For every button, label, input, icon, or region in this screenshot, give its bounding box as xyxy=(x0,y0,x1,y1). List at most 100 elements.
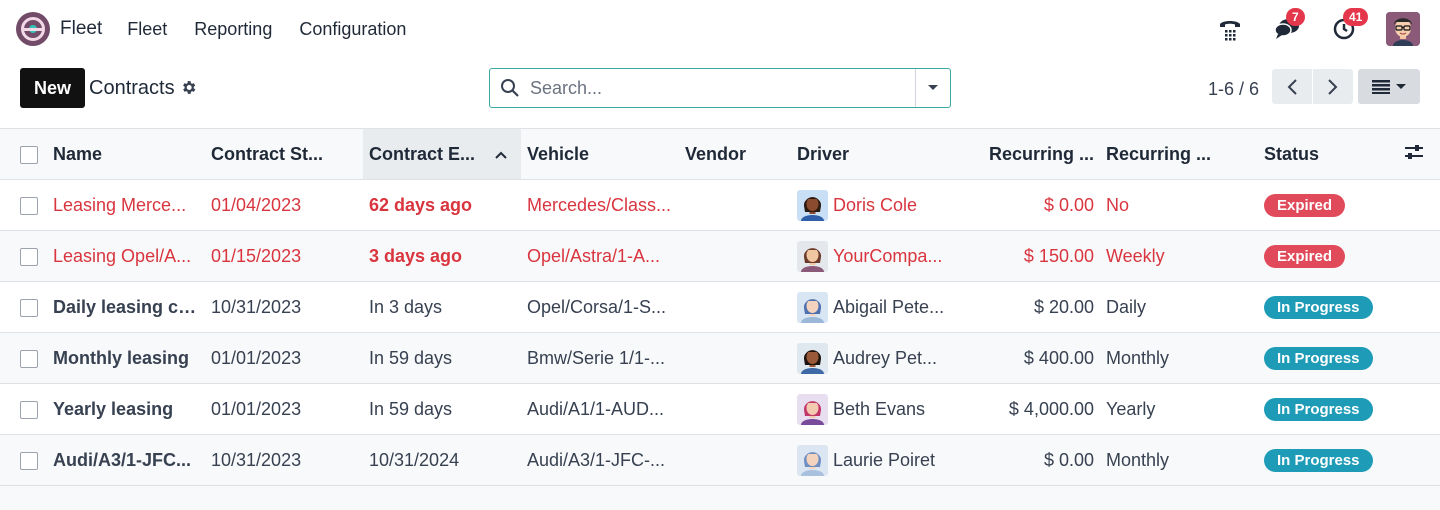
column-header-name[interactable]: Name xyxy=(47,129,205,180)
cell-vehicle: Audi/A1/1-AUD... xyxy=(527,398,665,419)
row-checkbox[interactable] xyxy=(20,400,38,419)
messages-badge: 7 xyxy=(1286,8,1305,26)
table-row[interactable]: Leasing Merce... 01/04/2023 62 days ago … xyxy=(0,180,1440,231)
cell-driver: Beth Evans xyxy=(791,384,951,435)
table-row[interactable]: Yearly leasing 01/01/2023 In 59 days Aud… xyxy=(0,384,1440,435)
driver-name: Doris Cole xyxy=(833,194,918,215)
caret-down-icon xyxy=(928,85,938,90)
table-row[interactable]: Leasing Opel/A... 01/15/2023 3 days ago … xyxy=(0,230,1440,282)
cell-contract-end: In 3 days xyxy=(369,296,443,317)
cell-driver: Laurie Poiret xyxy=(791,435,951,486)
driver-avatar[interactable] xyxy=(797,189,828,221)
new-button[interactable]: New xyxy=(20,68,85,108)
pager-next-button[interactable] xyxy=(1313,69,1353,104)
cell-vendor xyxy=(679,435,791,486)
pager-previous-button[interactable] xyxy=(1272,69,1312,104)
driver-avatar[interactable] xyxy=(797,342,828,374)
column-header-contract-end[interactable]: Contract E... xyxy=(363,128,521,180)
cell-recurring-frequency: Monthly xyxy=(1106,449,1170,470)
cell-recurring-frequency: Yearly xyxy=(1106,398,1156,419)
cell-recurring-frequency: Weekly xyxy=(1106,245,1165,266)
cell-driver: Doris Cole xyxy=(791,180,951,231)
messages-icon[interactable]: 7 xyxy=(1272,8,1305,44)
cell-recurring-cost: $ 0.00 xyxy=(1043,194,1094,215)
app-name[interactable]: Fleet xyxy=(60,18,102,40)
cell-status: In Progress xyxy=(1258,333,1388,384)
row-checkbox[interactable] xyxy=(20,247,38,266)
cell-vehicle: Mercedes/Class... xyxy=(527,194,672,215)
cell-status: Expired xyxy=(1258,231,1388,282)
cell-recurring-frequency: No xyxy=(1106,194,1130,215)
cell-recurring-cost: $ 150.00 xyxy=(1023,245,1094,266)
row-checkbox[interactable] xyxy=(20,196,38,215)
sort-ascending-icon xyxy=(495,151,507,159)
systray: 7 41 xyxy=(1215,0,1440,58)
column-header-recurring-cost[interactable]: Recurring ... xyxy=(951,129,1100,180)
cell-vehicle: Opel/Astra/1-A... xyxy=(527,245,661,266)
activities-badge: 41 xyxy=(1343,8,1369,26)
table-row[interactable]: Daily leasing co... 10/31/2023 In 3 days… xyxy=(0,282,1440,333)
column-header-vehicle[interactable]: Vehicle xyxy=(521,129,679,180)
cell-contract-end: In 59 days xyxy=(369,347,453,368)
driver-name: Beth Evans xyxy=(833,398,926,419)
cell-name: Leasing Opel/A... xyxy=(53,245,192,266)
table-row[interactable]: Monthly leasing 01/01/2023 In 59 days Bm… xyxy=(0,332,1440,384)
cell-vendor xyxy=(679,384,791,435)
menu-configuration[interactable]: Configuration xyxy=(299,19,406,40)
select-all-checkbox[interactable] xyxy=(20,145,38,164)
fleet-app-icon[interactable] xyxy=(16,12,50,46)
row-checkbox[interactable] xyxy=(20,451,38,470)
cell-contract-end: 3 days ago xyxy=(369,245,463,266)
sliders-icon xyxy=(1405,144,1423,159)
search-input[interactable] xyxy=(530,77,915,99)
pager-buttons xyxy=(1272,69,1353,104)
menu-fleet[interactable]: Fleet xyxy=(127,19,167,40)
caret-down-icon xyxy=(1396,83,1406,89)
cell-vehicle: Opel/Corsa/1-S... xyxy=(527,296,667,317)
cell-contract-start: 01/15/2023 xyxy=(211,245,302,266)
cell-recurring-frequency: Daily xyxy=(1106,296,1147,317)
phone-icon[interactable] xyxy=(1215,14,1245,44)
user-avatar[interactable] xyxy=(1386,12,1420,46)
cell-name: Audi/A3/1-JFC... xyxy=(53,449,192,470)
search-icon xyxy=(490,78,530,98)
cell-recurring-frequency: Monthly xyxy=(1106,347,1170,368)
contracts-table: Name Contract St... Contract E... Vehicl… xyxy=(0,128,1440,486)
contracts-list: Name Contract St... Contract E... Vehicl… xyxy=(0,128,1440,510)
search-options-toggle[interactable] xyxy=(915,69,950,107)
menu-reporting[interactable]: Reporting xyxy=(194,19,272,40)
cell-driver: Abigail Pete... xyxy=(791,282,951,333)
driver-avatar[interactable] xyxy=(797,393,828,425)
driver-avatar[interactable] xyxy=(797,444,828,476)
status-badge: In Progress xyxy=(1264,346,1373,370)
row-checkbox[interactable] xyxy=(20,298,38,317)
list-view-switcher[interactable] xyxy=(1358,69,1420,104)
cell-recurring-cost: $ 4,000.00 xyxy=(1008,398,1094,419)
status-badge: In Progress xyxy=(1264,397,1373,421)
row-checkbox[interactable] xyxy=(20,349,38,368)
breadcrumb: Contracts xyxy=(89,77,175,99)
column-header-driver[interactable]: Driver xyxy=(791,129,951,180)
driver-info: Beth Evans xyxy=(797,393,945,425)
column-header-contract-start[interactable]: Contract St... xyxy=(205,129,363,180)
driver-name: Abigail Pete... xyxy=(833,296,945,317)
cell-contract-start: 01/01/2023 xyxy=(211,347,302,368)
column-header-recurring-frequency[interactable]: Recurring ... xyxy=(1100,129,1258,180)
activity-clock-icon[interactable]: 41 xyxy=(1329,8,1369,44)
optional-columns-toggle[interactable] xyxy=(1388,129,1440,180)
cell-status: In Progress xyxy=(1258,435,1388,486)
cell-driver: YourCompa... xyxy=(791,231,951,282)
list-icon xyxy=(1372,79,1390,94)
driver-avatar[interactable] xyxy=(797,240,828,272)
top-navbar: Fleet Fleet Reporting Configuration 7 41 xyxy=(0,0,1440,58)
status-badge: In Progress xyxy=(1264,295,1373,319)
cell-recurring-cost: $ 400.00 xyxy=(1023,347,1094,368)
pager-value[interactable]: 1-6 / 6 xyxy=(1208,79,1259,100)
column-header-vendor[interactable]: Vendor xyxy=(679,129,791,180)
table-header-row: Name Contract St... Contract E... Vehicl… xyxy=(0,128,1440,180)
column-header-status[interactable]: Status xyxy=(1258,129,1388,180)
driver-avatar[interactable] xyxy=(797,291,828,323)
table-row[interactable]: Audi/A3/1-JFC... 10/31/2023 10/31/2024 A… xyxy=(0,434,1440,486)
gear-icon[interactable] xyxy=(180,79,197,101)
cell-name: Monthly leasing xyxy=(53,347,190,368)
